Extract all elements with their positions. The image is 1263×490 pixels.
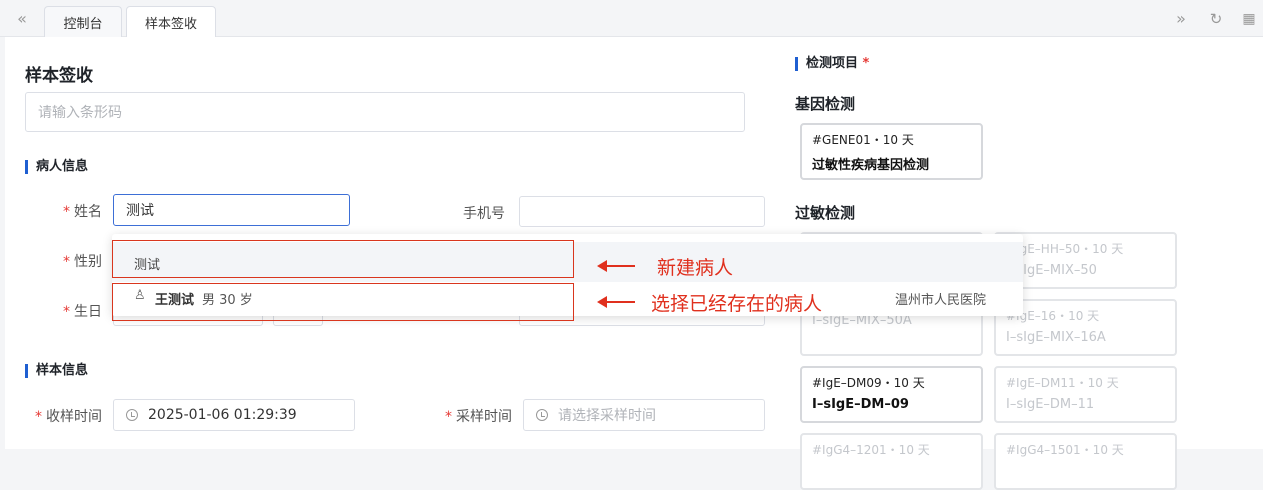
collect-time-placeholder: 请选择采样时间 (558, 408, 656, 424)
barcode-input[interactable]: 请输入条形码 (25, 92, 745, 132)
test-card-name: I–sIgE–DM–09 (812, 397, 909, 412)
tab-label: 样本签收 (144, 17, 197, 32)
double-chevron-left-icon[interactable]: « (13, 10, 31, 28)
arrow-icon (597, 260, 635, 272)
name-label: * 姓名 (63, 204, 102, 220)
patient-section-title: 病人信息 (25, 160, 88, 174)
highlight-new-patient (112, 240, 574, 278)
test-card-code: #IgG4–1201・10 天 (812, 443, 930, 457)
tab-bar: « 控制台 样本签收 » ↻ ▦ (0, 0, 1263, 38)
test-card-name: I–sIgE–MIX–50 (1006, 263, 1097, 278)
gene-group-title: 基因检测 (795, 95, 856, 113)
test-card-code: #IgE–16・10 天 (1006, 309, 1100, 323)
page-title: 样本签收 (25, 66, 93, 86)
name-value: 测试 (126, 203, 154, 219)
patient-hospital: 温州市人民医院 (895, 293, 987, 308)
test-card-code: #IgE–HH–50・10 天 (1006, 242, 1124, 256)
tab-console[interactable]: 控制台 (44, 6, 122, 37)
clock-icon (536, 409, 548, 421)
test-card-name: 过敏性疾病基因检测 (812, 158, 930, 173)
test-card[interactable]: #IgE–DM09・10 天 I–sIgE–DM–09 (800, 366, 983, 423)
receive-time-value: 2025-01-06 01:29:39 (148, 407, 297, 423)
name-input[interactable]: 测试 (113, 194, 350, 226)
clock-icon (126, 409, 138, 421)
tab-label: 控制台 (63, 16, 103, 32)
test-card[interactable]: #IgE–DM11・10 天 I–sIgE–DM–11 (994, 366, 1177, 423)
receive-time-label: * 收样时间 (35, 409, 102, 425)
collect-time-label: * 采样时间 (445, 409, 512, 425)
arrow-icon (597, 296, 635, 308)
receive-time-input[interactable]: 2025-01-06 01:29:39 (113, 399, 355, 431)
test-card-name: I–sIgE–MIX–16A (1006, 330, 1106, 345)
annotation-select-existing: 选择已经存在的病人 (651, 293, 823, 315)
phone-label: 手机号 (463, 206, 505, 222)
annotation-new-patient: 新建病人 (657, 257, 734, 279)
highlight-existing-patient (112, 283, 574, 321)
test-card-code: #IgE–DM11・10 天 (1006, 376, 1119, 390)
test-card[interactable]: #IgG4–1201・10 天 (800, 433, 983, 490)
test-card-name: I–sIgE–DM–11 (1006, 397, 1095, 412)
tab-sample-receive[interactable]: 样本签收 (126, 6, 216, 38)
collect-time-input[interactable]: 请选择采样时间 (523, 399, 765, 431)
test-card[interactable]: #IgG4–1501・10 天 (994, 433, 1177, 490)
allergy-group-title: 过敏检测 (795, 204, 856, 222)
test-card-code: #IgG4–1501・10 天 (1006, 443, 1124, 457)
gender-label: * 性别 (63, 254, 102, 270)
double-chevron-right-icon[interactable]: » (1172, 10, 1190, 28)
test-card-code: #IgE–DM09・10 天 (812, 376, 925, 390)
sample-section-title: 样本信息 (25, 364, 88, 378)
grid-icon[interactable]: ▦ (1240, 10, 1258, 28)
birth-label: * 生日 (63, 304, 102, 320)
test-card[interactable]: #GENE01・10 天过敏性疾病基因检测 (800, 123, 983, 180)
test-card-code: #GENE01・10 天 (812, 133, 914, 147)
phone-input[interactable] (519, 196, 765, 227)
barcode-placeholder: 请输入条形码 (38, 105, 122, 121)
test-items-title: 检测项目 * (795, 57, 869, 71)
refresh-icon[interactable]: ↻ (1207, 10, 1225, 28)
